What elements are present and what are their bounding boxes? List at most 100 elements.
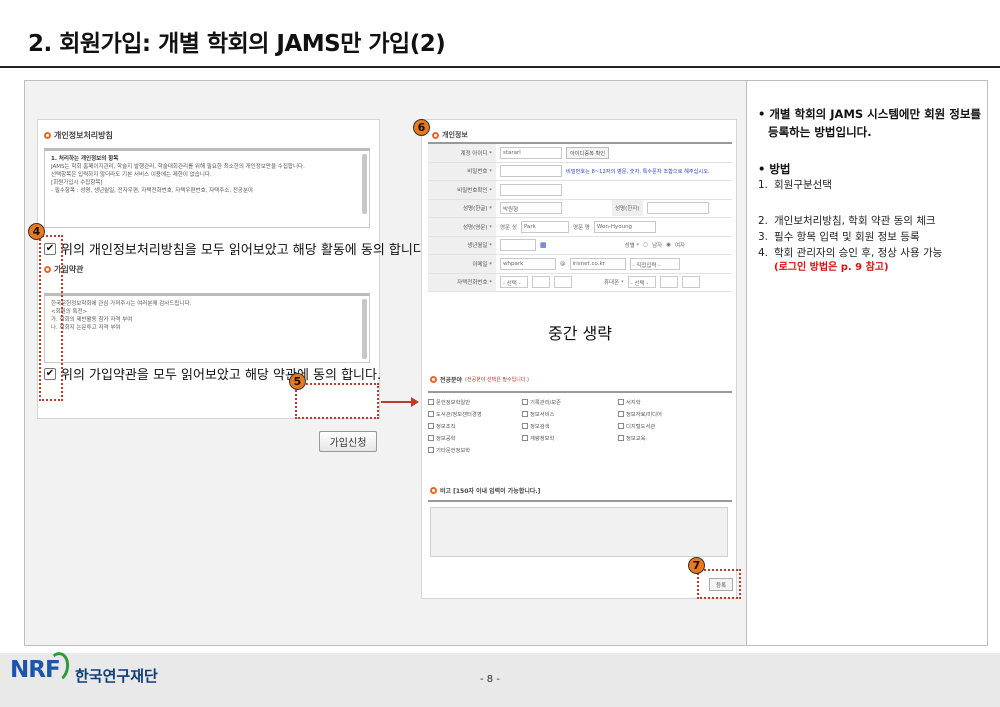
email-domain-select[interactable]: - 직접입력 - [629, 257, 680, 270]
login-note: (로그인 방법은 p. 9 참고) [774, 262, 889, 273]
field-option[interactable]: 정보교육 [618, 434, 728, 442]
birth-input[interactable] [500, 239, 536, 252]
field-option[interactable]: 계량정보학 [522, 434, 614, 442]
major-field-options: 문헌정보학일반 기록관리/보존 서지학 도서관/정보센터경영 정보서비스 정보자… [428, 391, 732, 454]
field-checkbox[interactable] [428, 447, 434, 453]
name-en-label: 성명(영문) * [428, 218, 496, 236]
scrollbar[interactable] [362, 154, 367, 214]
mobile-mid-input[interactable] [659, 276, 678, 289]
field-option[interactable]: 정보조직 [428, 422, 518, 430]
method-heading: • 방법 [758, 162, 791, 176]
memo-textarea[interactable] [430, 507, 728, 557]
description-intro: • 개별 학회의 JAMS 시스템에만 회원 정보를 등록하는 방법입니다. [758, 107, 981, 139]
home-phone-last-input[interactable] [554, 276, 572, 289]
mobile-select[interactable]: - 선택 - [627, 276, 656, 289]
page-number: - 8 - [480, 674, 500, 685]
name-hanja-input[interactable] [646, 202, 709, 215]
memo-divider [428, 500, 732, 502]
form-row: 성명(영문) * 영문 성 Park 영문 명 Won-Hyoung [428, 218, 732, 237]
field-option[interactable]: 기록관리/보존 [522, 398, 614, 406]
home-phone-label: 자택전화번호 * [428, 273, 496, 291]
password-label: 비밀번호 * [428, 162, 496, 180]
privacy-line: 선택항목은 입력하지 않더라도 기본 서비스 이용에는 제한이 없습니다. [51, 172, 212, 178]
section-bullet-icon [432, 131, 439, 139]
name-en-last-input[interactable]: Park [520, 220, 569, 233]
register-button-highlight [697, 569, 741, 599]
password-input[interactable] [500, 165, 562, 178]
major-field-heading: 전공분야 (전공분야 선택은 필수입니다.) [430, 375, 529, 384]
field-option[interactable]: 도서관/정보센터경영 [428, 410, 518, 418]
field-checkbox[interactable] [618, 435, 624, 441]
email-id-input[interactable]: whpark [500, 257, 556, 270]
field-option[interactable]: 기타문헌정보학 [428, 446, 518, 454]
field-option[interactable]: 서지학 [618, 398, 728, 406]
section-bullet-icon [430, 487, 437, 494]
member-form-panel: 개인정보 계정 아이디 * stararl 아이디중복 확인 비밀번호 * 비밀… [421, 119, 737, 599]
join-request-button[interactable]: 가입신청 [319, 431, 377, 452]
personal-info-heading: 개인정보 [432, 130, 468, 140]
form-row: 비밀번호확인 * [428, 181, 732, 200]
field-checkbox[interactable] [522, 411, 528, 417]
terms-line: 한국문헌정보학회에 관심 가져주시는 여러분께 감사드립니다. [51, 301, 192, 307]
name-ko-input[interactable]: 박원형 [500, 202, 562, 215]
home-phone-select[interactable]: - 선택 - [500, 276, 528, 289]
field-checkbox[interactable] [522, 435, 528, 441]
gender-radio-female[interactable]: ◉ [666, 242, 671, 248]
nrf-logo: NRF [10, 657, 61, 683]
screenshot-area: 개인정보처리방침 1. 처리하는 개인정보의 항목 JAMS는 학회 홈페이지관… [25, 81, 747, 645]
id-check-button[interactable]: 아이디중복 확인 [566, 146, 610, 159]
form-row: 자택전화번호 * - 선택 - 휴대폰 * - 선택 - [428, 273, 732, 292]
field-checkbox[interactable] [618, 399, 624, 405]
step-item: 4. 학회 관리자의 승인 후, 정상 사용 가능 [758, 247, 943, 259]
scrollbar[interactable] [362, 299, 367, 359]
birth-label: 생년월일 * [428, 236, 496, 254]
account-id-input[interactable]: stararl [500, 146, 562, 159]
name-en-last-label: 영문 성 [500, 224, 517, 231]
step-badge-4: 4 [28, 223, 45, 240]
password-confirm-input[interactable] [500, 183, 562, 196]
field-option[interactable]: 디지털도서관 [618, 422, 728, 430]
name-en-first-input[interactable]: Won-Hyoung [593, 220, 656, 233]
form-row: 계정 아이디 * stararl 아이디중복 확인 [428, 144, 732, 163]
personal-info-table: 계정 아이디 * stararl 아이디중복 확인 비밀번호 * 비밀번호는 8… [428, 142, 732, 292]
password-note: 비밀번호는 8~12자의 영문, 숫자, 특수문자 조합으로 해주십시오. [566, 168, 710, 175]
email-domain-input[interactable]: irisnet.co.kr [569, 257, 626, 270]
field-option[interactable]: 정보공학 [428, 434, 518, 442]
field-checkbox[interactable] [428, 411, 434, 417]
email-label: 이메일 * [428, 255, 496, 273]
terms-agree-row[interactable]: ✔ 위의 가입약관을 모두 읽어보았고 해당 약관에 동의 합니다. [44, 364, 381, 383]
field-checkbox[interactable] [428, 435, 434, 441]
home-phone-mid-input[interactable] [532, 276, 550, 289]
field-checkbox[interactable] [428, 399, 434, 405]
mobile-last-input[interactable] [681, 276, 700, 289]
field-checkbox[interactable] [618, 411, 624, 417]
privacy-policy-box[interactable]: 1. 처리하는 개인정보의 항목 JAMS는 학회 홈페이지관리, 학술지 발행… [44, 148, 370, 228]
terms-box[interactable]: 한국문헌정보학회에 관심 가져주시는 여러분께 감사드립니다. <회원의 특전>… [44, 293, 370, 363]
section-bullet-icon [430, 376, 437, 383]
field-option[interactable]: 문헌정보학일반 [428, 398, 518, 406]
org-name: 한국연구재단 [75, 667, 158, 685]
field-checkbox[interactable] [618, 423, 624, 429]
field-checkbox[interactable] [522, 423, 528, 429]
checkbox-highlight [39, 235, 63, 401]
privacy-agree-row[interactable]: ✔ 위의 개인정보처리방침을 모두 읽어보았고 해당 활동에 동의 합니다. [44, 239, 429, 258]
field-checkbox[interactable] [428, 423, 434, 429]
arrow-line [381, 401, 413, 403]
mobile-label: 휴대폰 * [604, 280, 624, 287]
name-ko-label: 성명(한글) * [428, 199, 496, 217]
privacy-heading: 개인정보처리방침 [44, 130, 113, 141]
step-badge-6: 6 [413, 119, 430, 136]
field-option[interactable]: 정보서비스 [522, 410, 614, 418]
form-row: 생년월일 * ▦ 성별 * ○ 남자 ◉ 여자 [428, 236, 732, 255]
field-checkbox[interactable] [522, 399, 528, 405]
privacy-line: JAMS는 학회 홈페이지관리, 학술지 발행관리, 학술대회관리를 위해 필요… [51, 164, 305, 170]
field-option[interactable]: 정보검색 [522, 422, 614, 430]
join-button-highlight [295, 383, 379, 419]
terms-line: 나. 학회지 논문투고 자격 부여 [51, 325, 121, 331]
gender-radio-male[interactable]: ○ [643, 242, 648, 248]
field-option[interactable]: 정보자료/미디어 [618, 410, 728, 418]
step-badge-5: 5 [289, 373, 306, 390]
form-row: 비밀번호 * 비밀번호는 8~12자의 영문, 숫자, 특수문자 조합으로 해주… [428, 162, 732, 181]
calendar-icon[interactable]: ▦ [540, 241, 547, 249]
memo-heading: 비고 [150자 이내 입력이 가능합니다.] [430, 486, 540, 495]
